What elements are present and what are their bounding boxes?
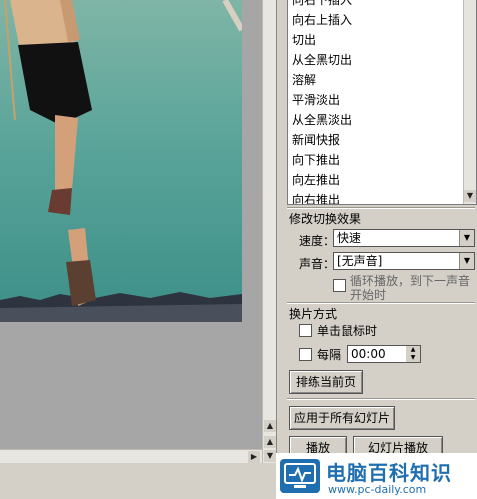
transition-list[interactable]: 向右下插入 向右上插入 切出 从全黑切出 溶解 平滑淡出 从全黑淡出 新闻快报 … bbox=[287, 0, 477, 205]
watermark-url: www.pc-daily.com bbox=[328, 483, 427, 496]
every-label: 每隔 bbox=[317, 348, 342, 362]
loop-label: 循环播放，到下一声音开始时 bbox=[350, 274, 471, 302]
divider bbox=[287, 207, 475, 209]
list-item[interactable]: 从全黑切出 bbox=[288, 50, 476, 70]
scroll-up-icon[interactable]: ▲ bbox=[264, 420, 276, 432]
advance-section-title: 换片方式 bbox=[289, 307, 338, 321]
sound-select[interactable]: [无声音] ▼ bbox=[333, 252, 475, 270]
list-item[interactable]: 向左推出 bbox=[288, 170, 476, 190]
apply-all-button[interactable]: 应用于所有幻灯片 bbox=[289, 406, 395, 430]
on-click-checkbox[interactable] bbox=[299, 324, 312, 337]
horizontal-scrollbar[interactable]: ▶ bbox=[0, 449, 262, 464]
speed-label: 速度： bbox=[299, 234, 336, 248]
list-scrollbar[interactable]: ▼ bbox=[463, 0, 476, 204]
watermark-title: 电脑百科知识 bbox=[326, 461, 452, 485]
scroll-next-icon[interactable]: ▼ bbox=[264, 450, 276, 462]
stepper-down-icon[interactable]: ▼ bbox=[406, 354, 420, 362]
on-click-label: 单击鼠标时 bbox=[317, 324, 378, 338]
modify-section-title: 修改切换效果 bbox=[289, 212, 362, 226]
slide-photo bbox=[0, 0, 242, 322]
monitor-logo-icon bbox=[280, 459, 320, 493]
speed-select[interactable]: 快速 ▼ bbox=[333, 229, 475, 247]
list-item[interactable]: 向右下插入 bbox=[288, 0, 476, 10]
scroll-right-icon[interactable]: ▶ bbox=[248, 451, 260, 463]
divider bbox=[287, 302, 475, 304]
scroll-prev-icon[interactable]: ▲ bbox=[264, 436, 276, 448]
list-item[interactable]: 从全黑淡出 bbox=[288, 110, 476, 130]
watermark: 电脑百科知识 www.pc-daily.com bbox=[276, 453, 477, 499]
every-checkbox[interactable] bbox=[299, 348, 312, 361]
vertical-scrollbar[interactable]: ▲ ▲ ▼ bbox=[262, 0, 277, 463]
chevron-down-icon[interactable]: ▼ bbox=[459, 230, 474, 246]
divider bbox=[287, 398, 475, 400]
sound-label: 声音： bbox=[299, 257, 336, 271]
slide-canvas[interactable] bbox=[0, 0, 262, 463]
list-item[interactable]: 向下推出 bbox=[288, 150, 476, 170]
time-value: 00:00 bbox=[351, 347, 386, 361]
list-item[interactable]: 平滑淡出 bbox=[288, 90, 476, 110]
transition-pane: 向右下插入 向右上插入 切出 从全黑切出 溶解 平滑淡出 从全黑淡出 新闻快报 … bbox=[276, 0, 477, 463]
speed-value: 快速 bbox=[337, 231, 362, 245]
list-scroll-down-icon[interactable]: ▼ bbox=[464, 190, 476, 202]
list-item[interactable]: 溶解 bbox=[288, 70, 476, 90]
rehearse-button[interactable]: 排练当前页 bbox=[289, 370, 363, 394]
time-stepper[interactable]: 00:00 ▲ ▼ bbox=[347, 345, 421, 363]
stepper-up-icon[interactable]: ▲ bbox=[406, 346, 420, 354]
list-item[interactable]: 向右推出 bbox=[288, 190, 476, 204]
list-item[interactable]: 切出 bbox=[288, 30, 476, 50]
list-item[interactable]: 新闻快报 bbox=[288, 130, 476, 150]
list-item[interactable]: 向右上插入 bbox=[288, 10, 476, 30]
chevron-down-icon[interactable]: ▼ bbox=[459, 253, 474, 269]
loop-checkbox[interactable] bbox=[333, 279, 346, 292]
sound-value: [无声音] bbox=[337, 254, 383, 268]
